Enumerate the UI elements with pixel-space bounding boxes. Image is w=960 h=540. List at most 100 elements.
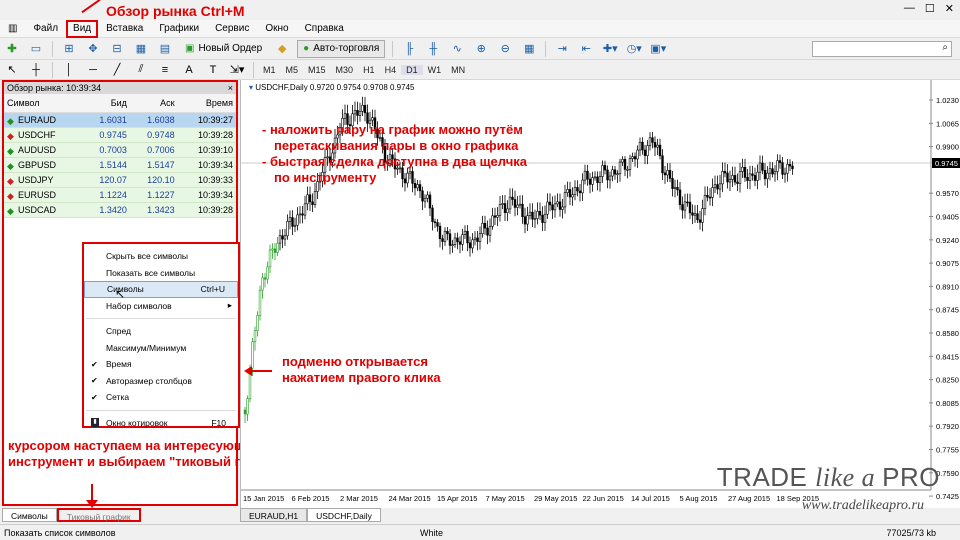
close-icon[interactable]: ✕	[945, 2, 954, 15]
templates-icon[interactable]: ▣▾	[649, 41, 667, 57]
autoscroll-icon[interactable]: ⇥	[553, 41, 571, 57]
tf-m1[interactable]: M1	[258, 65, 281, 75]
trendline-icon[interactable]: ╱	[108, 62, 126, 78]
candle-body	[493, 215, 497, 218]
menu-show-all[interactable]: Показать все символы	[84, 265, 238, 282]
price-label: 0.7425	[936, 492, 959, 501]
profiles-icon[interactable]: ▭	[27, 41, 45, 57]
tf-m15[interactable]: M15	[303, 65, 331, 75]
candle-body	[361, 104, 364, 112]
menu-symbols[interactable]: Символы Ctrl+U	[84, 281, 238, 298]
channel-icon[interactable]: ⫽	[132, 62, 150, 78]
symbol-row[interactable]: ◆ AUDUSD 0.7003 0.7006 10:39:10	[4, 142, 236, 158]
new-chart-icon[interactable]: ✚	[3, 41, 21, 57]
navigator-icon[interactable]: ✥	[84, 41, 102, 57]
menu-hilo[interactable]: Максимум/Минимум	[84, 340, 238, 357]
menu-tools[interactable]: Сервис	[207, 20, 257, 38]
chart-shift-icon[interactable]: ⇤	[577, 41, 595, 57]
menu-quotes-window[interactable]: ▮ Окно котировок F10	[84, 415, 238, 432]
tf-mn[interactable]: MN	[446, 65, 470, 75]
data-window-icon[interactable]: ⊟	[108, 41, 126, 57]
close-panel-icon[interactable]: ×	[228, 82, 236, 94]
menu-grid[interactable]: ✔ Сетка	[84, 389, 238, 406]
symbol-row[interactable]: ◆ USDJPY 120.07 120.10 10:39:33	[4, 172, 236, 188]
date-label: 27 Aug 2015	[728, 494, 770, 503]
maximize-icon[interactable]: ☐	[925, 2, 935, 15]
arrows-icon[interactable]: ⇲▾	[228, 62, 246, 78]
symbol-row[interactable]: ◆ EURAUD 1.6031 1.6038 10:39:27	[4, 112, 236, 128]
chart-tab-usdchf[interactable]: USDCHF,Daily	[307, 508, 381, 522]
chart-tab-euraud[interactable]: EURAUD,H1	[240, 508, 308, 522]
annotation-chart: - наложить пару на график можно путём пе…	[262, 122, 527, 186]
brand-url: www.tradelikeapro.ru	[801, 498, 924, 513]
candle-body	[498, 204, 502, 216]
search-icon[interactable]: ⌕	[942, 42, 948, 53]
indicators-icon[interactable]: ✚▾	[601, 41, 619, 57]
zoom-out-icon[interactable]: ⊖	[496, 41, 514, 57]
tab-symbols[interactable]: Символы	[2, 508, 57, 522]
menu-hide-all[interactable]: Скрыть все символы	[84, 248, 238, 265]
menu-insert[interactable]: Вставка	[98, 20, 151, 38]
col-symbol[interactable]: Символ	[4, 94, 83, 113]
menu-file[interactable]: Файл	[25, 20, 66, 38]
symbol-row[interactable]: ◆ USDCHF 0.9745 0.9748 10:39:28	[4, 127, 236, 143]
periods-icon[interactable]: ◷▾	[625, 41, 643, 57]
time-cell: 10:39:27	[177, 112, 236, 128]
search-input[interactable]	[812, 41, 952, 57]
time-cell: 10:39:10	[177, 142, 236, 158]
menu-autosize[interactable]: ✔ Авторазмер столбцов	[84, 373, 238, 390]
autotrade-button[interactable]: ● Авто-торговля	[297, 39, 386, 58]
fibo-icon[interactable]: ≡	[156, 62, 174, 78]
zoom-in-icon[interactable]: ⊕	[472, 41, 490, 57]
candle-body	[763, 169, 767, 180]
tf-h4[interactable]: H4	[380, 65, 402, 75]
crosshair-icon[interactable]: ┼	[27, 62, 45, 78]
market-watch-icon[interactable]: ⊞	[60, 41, 78, 57]
tf-h1[interactable]: H1	[358, 65, 380, 75]
tf-d1[interactable]: D1	[401, 64, 423, 75]
col-ask[interactable]: Аск	[129, 94, 178, 113]
candle-body	[358, 111, 362, 116]
candle-body	[786, 164, 789, 174]
tf-m5[interactable]: M5	[281, 65, 304, 75]
tab-tick-chart[interactable]: Тиковый график	[56, 508, 141, 522]
menu-view[interactable]: Вид	[66, 19, 99, 38]
candle-body	[781, 162, 784, 175]
tile-windows-icon[interactable]: ▦	[520, 41, 538, 57]
label-icon[interactable]: T	[204, 62, 222, 78]
menu-spread[interactable]: Спред	[84, 323, 238, 340]
new-order-button[interactable]: ▣ Новый Ордер	[180, 40, 267, 58]
tester-icon[interactable]: ▤	[156, 41, 174, 57]
symbol-row[interactable]: ◆ EURUSD 1.1224 1.1227 10:39:34	[4, 187, 236, 203]
metaeditor-icon[interactable]: ◆	[273, 41, 291, 57]
symbol-name: AUDUSD	[18, 145, 57, 155]
candle-body	[578, 190, 582, 194]
candle-body	[673, 187, 677, 189]
app-icon[interactable]: ▥	[0, 20, 25, 38]
text-icon[interactable]: A	[180, 62, 198, 78]
col-time[interactable]: Время	[177, 94, 236, 113]
minimize-icon[interactable]: —	[904, 2, 915, 15]
cursor-icon[interactable]: ↖	[3, 62, 21, 78]
annotation-chart-line2: перетаскивания пары в окно графика	[274, 138, 519, 153]
tf-m30[interactable]: M30	[331, 65, 359, 75]
tf-w1[interactable]: W1	[423, 65, 447, 75]
col-bid[interactable]: Бид	[82, 94, 130, 113]
menu-symbol-sets[interactable]: Набор символов ▸	[84, 298, 238, 315]
line-chart-icon[interactable]: ∿	[448, 41, 466, 57]
vertical-line-icon[interactable]: │	[60, 62, 78, 78]
candle-body	[636, 149, 639, 160]
menu-charts[interactable]: Графики	[151, 20, 207, 38]
horizontal-line-icon[interactable]: ─	[84, 62, 102, 78]
annotation-top: Обзор рынка Ctrl+M	[106, 3, 245, 19]
candle-body	[353, 110, 357, 115]
candle-body	[676, 187, 679, 191]
menu-help[interactable]: Справка	[297, 20, 352, 38]
symbol-row[interactable]: ◆ GBPUSD 1.5144 1.5147 10:39:34	[4, 157, 236, 173]
symbol-row[interactable]: ◆ USDCAD 1.3420 1.3423 10:39:28	[4, 202, 236, 218]
candle-chart-icon[interactable]: ╫	[424, 41, 442, 57]
terminal-icon[interactable]: ▦	[132, 41, 150, 57]
menu-window[interactable]: Окно	[257, 20, 296, 38]
bar-chart-icon[interactable]: ╟	[400, 41, 418, 57]
menu-time[interactable]: ✔ Время	[84, 356, 238, 373]
